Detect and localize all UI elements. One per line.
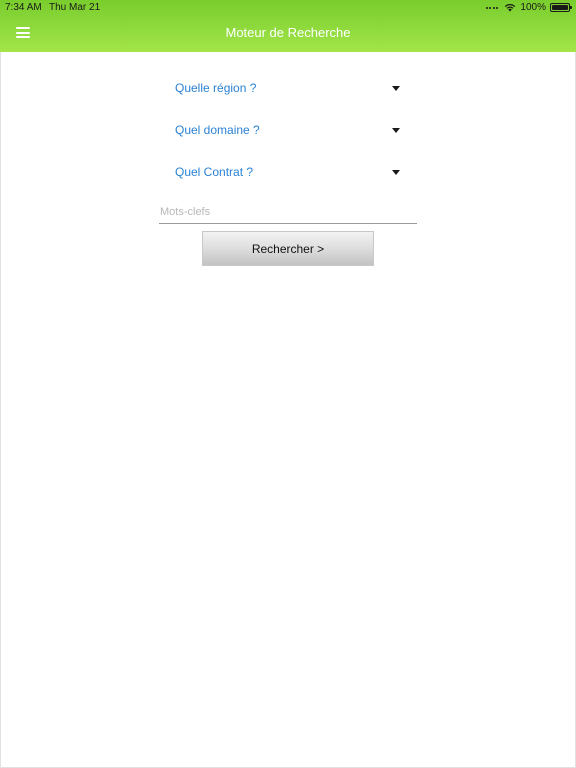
search-button[interactable]: Rechercher > (202, 231, 374, 266)
status-indicators: 100% (485, 2, 572, 13)
battery-icon (550, 3, 572, 12)
battery-percentage: 100% (520, 2, 546, 13)
keywords-input[interactable] (159, 200, 417, 224)
signal-icon (485, 6, 499, 9)
status-bar: 7:34 AM Thu Mar 21 100% (0, 0, 576, 15)
contract-select[interactable]: Quel Contrat ? (160, 159, 410, 187)
wifi-icon (505, 3, 516, 12)
domain-select[interactable]: Quel domaine ? (160, 117, 410, 145)
app-header: 7:34 AM Thu Mar 21 100% Moteur de Recher… (0, 0, 576, 52)
status-date: Thu Mar 21 (49, 2, 101, 13)
domain-select-label: Quel domaine ? (175, 123, 260, 137)
status-time: 7:34 AM (5, 2, 42, 13)
contract-select-label: Quel Contrat ? (175, 165, 254, 179)
chevron-down-icon (392, 86, 400, 91)
chevron-down-icon (392, 170, 400, 175)
chevron-down-icon (392, 128, 400, 133)
region-select-label: Quelle région ? (175, 81, 257, 95)
page-title: Moteur de Recherche (225, 25, 351, 40)
region-select[interactable]: Quelle région ? (160, 75, 410, 103)
